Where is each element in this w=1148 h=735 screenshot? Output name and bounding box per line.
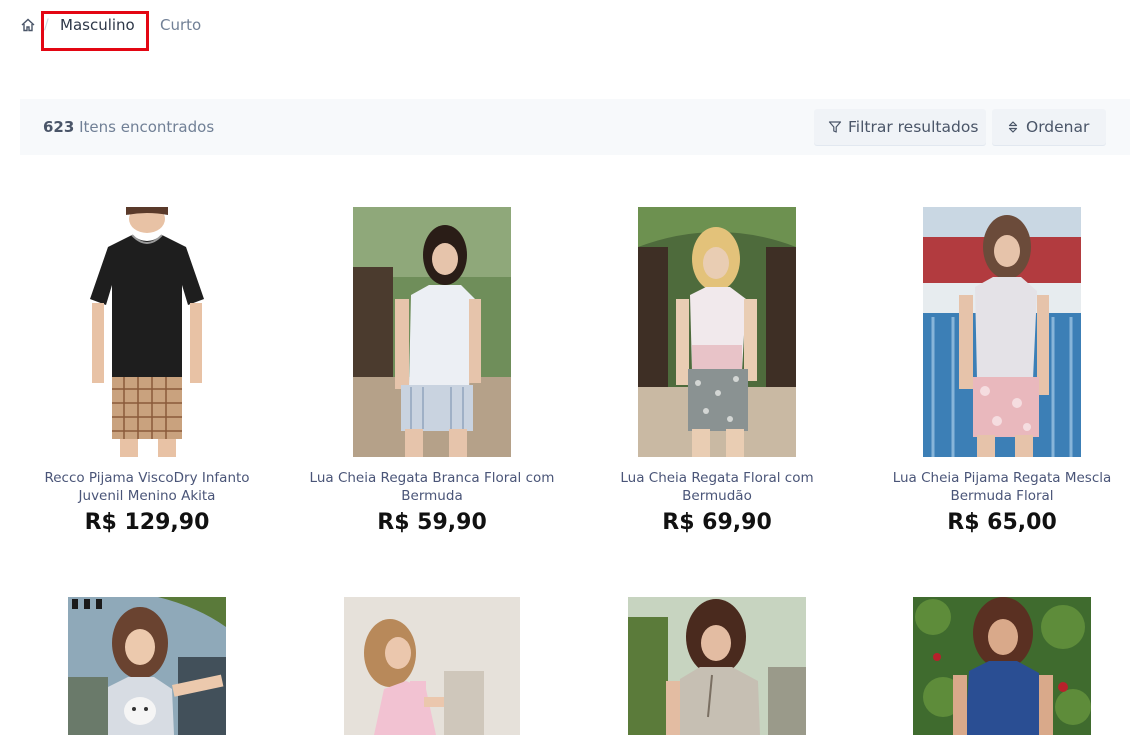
product-image[interactable] [923, 207, 1081, 457]
product-price: R$ 129,90 [84, 510, 210, 535]
product-card[interactable]: Recco Pijama ViscoDry Infanto Juvenil Me… [20, 207, 274, 547]
breadcrumb-item-curto[interactable]: Curto [160, 16, 201, 34]
sort-button[interactable]: Ordenar [992, 109, 1106, 145]
product-name[interactable]: Recco Pijama ViscoDry Infanto Juvenil Me… [20, 469, 274, 505]
product-image[interactable] [344, 597, 520, 735]
results-count: 623 Itens encontrados [43, 118, 214, 136]
product-image[interactable] [86, 207, 208, 457]
sort-label: Ordenar [1026, 118, 1090, 136]
product-name[interactable]: Lua Cheia Pijama Regata Mescla Bermuda F… [875, 469, 1129, 505]
filter-results-label: Filtrar resultados [848, 118, 979, 136]
product-image[interactable] [638, 207, 796, 457]
home-icon[interactable] [20, 17, 36, 33]
product-price: R$ 59,90 [377, 510, 487, 535]
product-image[interactable] [913, 597, 1091, 735]
product-image[interactable] [68, 597, 226, 735]
product-name[interactable]: Lua Cheia Regata Floral com Bermudão [590, 469, 844, 505]
product-card[interactable]: Lua Cheia Pijama Regata Mescla Bermuda F… [875, 207, 1129, 547]
breadcrumb-separator: / [44, 17, 49, 33]
product-price: R$ 65,00 [947, 510, 1057, 535]
product-image[interactable] [353, 207, 511, 457]
filter-results-button[interactable]: Filtrar resultados [814, 109, 986, 145]
breadcrumb-item-masculino[interactable]: Masculino [60, 16, 135, 34]
product-image[interactable] [628, 597, 806, 735]
product-card[interactable]: Lua Cheia Regata Branca Floral com Bermu… [305, 207, 559, 547]
sort-icon [1008, 121, 1018, 133]
product-card[interactable]: Lua Cheia Regata Floral com Bermudão R$ … [590, 207, 844, 547]
results-count-number: 623 [43, 118, 75, 136]
filter-icon [828, 121, 842, 133]
product-price: R$ 69,90 [662, 510, 772, 535]
results-count-label: Itens encontrados [79, 118, 215, 136]
product-name[interactable]: Lua Cheia Regata Branca Floral com Bermu… [305, 469, 559, 505]
results-bar: 623 Itens encontrados Filtrar resultados… [20, 99, 1130, 155]
